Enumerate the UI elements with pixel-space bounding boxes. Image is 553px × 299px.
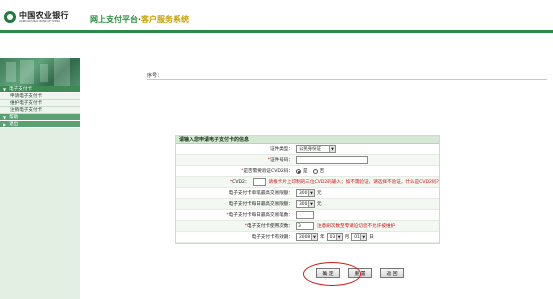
cvd2-input[interactable]	[252, 178, 266, 186]
form-row-id-type: 证件类型： 公民身份证 ▼	[176, 144, 439, 155]
sidebar-logout-label: 退出	[9, 122, 19, 127]
expiry-day-unit: 日	[369, 235, 374, 240]
sidebar: ▼ 电子支付卡 申请电子支付卡 维护电子支付卡 注销电子支付卡 ▼ 帮助 ▶ 退…	[0, 86, 80, 299]
confirm-highlight-circle	[303, 262, 361, 286]
usage-count-hint: 注意刷次数至零请迫切您不允许被维护	[317, 224, 396, 229]
expiry-month-select[interactable]: 03 ▼	[326, 233, 343, 241]
chevron-down-icon: ▼	[3, 114, 7, 120]
dropdown-arrow-icon: ▼	[329, 146, 335, 152]
single-limit-unit: 元	[317, 191, 322, 196]
header-divider	[0, 30, 553, 33]
back-button[interactable]: 返 回	[380, 268, 404, 278]
chevron-down-icon: ▼	[3, 86, 7, 92]
daily-count-input[interactable]	[296, 211, 314, 219]
cvd2-yes-radio[interactable]	[296, 168, 301, 174]
cvd2-check-label: *是否需要验证CVD2码：	[241, 169, 293, 174]
id-number-label: *证件号码：	[267, 158, 293, 163]
dropdown-arrow-icon: ▼	[335, 234, 342, 240]
sidebar-item-apply-card[interactable]: 申请电子支付卡	[0, 93, 80, 100]
sidebar-section-card[interactable]: ▼ 电子支付卡	[0, 86, 80, 93]
cvd2-label: *CVD2：	[229, 180, 250, 185]
id-type-value: 公民身份证	[299, 147, 321, 152]
expiry-month-unit: 月	[344, 235, 350, 240]
id-type-select[interactable]: 公民身份证 ▼	[296, 145, 336, 153]
id-type-label: 证件类型：	[270, 147, 293, 152]
form-row-usage-count: *电子支付卡使用次数： 3 注意刷次数至零请迫切您不允许被维护	[176, 221, 439, 232]
form-row-expiry: 电子支付卡有效期： 2008 ▼ 年 03 ▼ 月 01 ▼ 日	[176, 232, 439, 243]
portal-title: 网上支付平台·客户服务系统	[90, 14, 189, 25]
usage-count-label: *电子支付卡使用次数：	[244, 224, 293, 229]
sidebar-section-label: 电子支付卡	[9, 87, 33, 92]
bank-name-en: AGRICULTURAL BANK OF CHINA	[19, 19, 60, 23]
daily-limit-value: 300	[299, 201, 308, 207]
form-row-cvd2-check: *是否需要验证CVD2码： 是 否	[176, 166, 439, 177]
sequence-label: 序号：	[147, 73, 163, 79]
daily-limit-unit: 元	[317, 202, 322, 207]
sidebar-help-label: 帮助	[9, 115, 19, 120]
daily-count-label: *电子支付卡每日最高交易笔数：	[226, 213, 293, 218]
dropdown-arrow-icon: ▼	[311, 234, 317, 240]
portal-title-main: 网上支付平台	[90, 15, 138, 24]
cvd2-yes-label: 是	[303, 169, 308, 174]
cvd2-hint: 请根卡片上印制的三位CVD2码输入；如不需验证，请选择不验证，什么是CVD2码?	[268, 180, 439, 185]
form-row-daily-count: *电子支付卡每日最高交易笔数：	[176, 210, 439, 221]
form-title: 请输入您申请电子支付卡的信息	[176, 136, 439, 144]
bank-emblem-icon	[4, 10, 16, 23]
usage-count-input[interactable]: 3	[296, 222, 314, 230]
dropdown-arrow-icon: ▼	[360, 234, 367, 240]
sequence-divider	[147, 79, 547, 80]
daily-limit-label: 电子支付卡每日最高交易限额：	[228, 202, 293, 207]
single-limit-label: 电子支付卡单笔最高交易限额：	[228, 191, 293, 196]
sidebar-item-cancel-card[interactable]: 注销电子支付卡	[0, 107, 80, 114]
expiry-year-select[interactable]: 2008 ▼	[296, 233, 318, 241]
cvd2-no-radio[interactable]	[312, 168, 318, 174]
single-limit-select[interactable]: 300 ▼	[296, 189, 315, 197]
expiry-label: 电子支付卡有效期：	[251, 235, 293, 240]
expiry-day-select[interactable]: 01 ▼	[351, 233, 368, 241]
expiry-year-value: 2008	[299, 234, 311, 240]
sidebar-item-logout[interactable]: ▶ 退出	[0, 121, 80, 128]
page-header: 中国农业银行 AGRICULTURAL BANK OF CHINA 网上支付平台…	[0, 0, 553, 30]
dropdown-arrow-icon: ▼	[308, 201, 314, 207]
sidebar-item-help[interactable]: ▼ 帮助	[0, 114, 80, 121]
form-row-id-number: *证件号码：	[176, 155, 439, 166]
chevron-right-icon: ▶	[3, 121, 7, 127]
apply-card-form: 请输入您申请电子支付卡的信息 证件类型： 公民身份证 ▼ *证件号码： *是否需…	[175, 135, 440, 244]
form-row-daily-limit: 电子支付卡每日最高交易限额： 300 ▼ 元	[176, 199, 439, 210]
cvd2-no-label: 否	[319, 169, 325, 174]
sidebar-item-maintain-card[interactable]: 维护电子支付卡	[0, 100, 80, 107]
sidebar-banner-image	[0, 58, 80, 86]
bank-name-cn: 中国农业银行	[19, 10, 69, 20]
form-row-single-limit: 电子支付卡单笔最高交易限额： 300 ▼ 元	[176, 188, 439, 199]
dropdown-arrow-icon: ▼	[308, 190, 314, 196]
daily-limit-select[interactable]: 300 ▼	[296, 200, 315, 208]
bank-logo: 中国农业银行 AGRICULTURAL BANK OF CHINA	[4, 8, 76, 25]
id-number-input[interactable]	[296, 156, 368, 164]
portal-title-sub: 客户服务系统	[141, 15, 190, 24]
form-row-cvd2: *CVD2： 请根卡片上印制的三位CVD2码输入；如不需验证，请选择不验证，什么…	[176, 177, 439, 188]
expiry-day-value: 01	[354, 234, 360, 240]
expiry-year-unit: 年	[320, 235, 325, 240]
single-limit-value: 300	[299, 190, 308, 196]
expiry-month-value: 03	[329, 234, 336, 240]
